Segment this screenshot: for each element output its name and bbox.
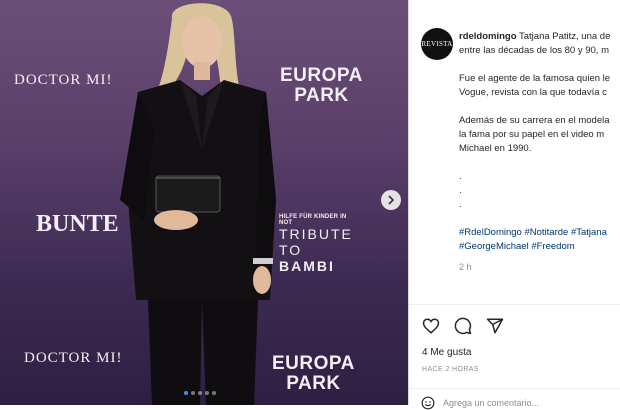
divider bbox=[409, 304, 620, 305]
comment-bar: Agrega un comentario... bbox=[421, 396, 620, 410]
carousel-dot bbox=[212, 391, 216, 395]
likes-count[interactable]: 4 Me gusta bbox=[422, 347, 471, 358]
hashtag-line[interactable]: #GeorgeMichael #Freedom bbox=[459, 240, 620, 254]
caption-dot: . bbox=[459, 199, 462, 210]
wall-logo-doctor-top: DOCTOR MI! bbox=[14, 72, 113, 88]
comment-icon bbox=[454, 317, 472, 335]
caption-dot: . bbox=[459, 185, 462, 196]
caption-line: Michael en 1990. bbox=[459, 143, 532, 154]
carousel-dot bbox=[198, 391, 202, 395]
comment-input[interactable]: Agrega un comentario... bbox=[443, 398, 539, 408]
share-button[interactable] bbox=[485, 316, 505, 336]
hashtag-line[interactable]: #RdelDomingo #Notitarde #Tatjana bbox=[459, 226, 620, 240]
post-time: HACE 2 HORAS bbox=[422, 366, 479, 373]
carousel-dot bbox=[184, 391, 188, 395]
wall-logo-doctor-bottom: DOCTOR MI! bbox=[24, 350, 123, 366]
bambi-tagline: HILFE FÜR KINDER IN NOT bbox=[279, 214, 347, 226]
avatar[interactable]: REVISTA bbox=[421, 28, 453, 60]
emoji-icon[interactable] bbox=[421, 396, 435, 410]
carousel-indicator bbox=[184, 391, 216, 395]
europa-line-1: EUROPA bbox=[280, 65, 363, 86]
heart-icon bbox=[422, 318, 440, 334]
post-image[interactable]: DOCTOR MI! EUROPA PARK BUNTE HILFE FÜR K… bbox=[0, 0, 408, 405]
europa-line-2: PARK bbox=[294, 85, 349, 106]
share-icon bbox=[486, 318, 504, 334]
post-sidebar: REVISTA rdeldomingo Tatjana Patitz, una … bbox=[408, 0, 620, 410]
like-button[interactable] bbox=[421, 316, 441, 336]
caption-line: entre las décadas de los 80 y 90, m bbox=[459, 45, 609, 56]
caption-dot: . bbox=[459, 171, 462, 182]
divider bbox=[409, 388, 620, 389]
post-caption: rdeldomingo Tatjana Patitz, una de entre… bbox=[459, 30, 620, 274]
comment-button[interactable] bbox=[453, 316, 473, 336]
caption-line: Fue el agente de la famosa quien le bbox=[459, 73, 611, 84]
caption-line: rdeldomingo Tatjana Patitz, una de bbox=[459, 30, 620, 44]
carousel-dot bbox=[191, 391, 195, 395]
wall-logo-europa-top: EUROPA PARK bbox=[280, 66, 363, 106]
caption-line: Además de su carrera en el modela bbox=[459, 115, 610, 126]
chevron-right-icon bbox=[388, 195, 395, 205]
bambi-line-2: BAMBI bbox=[279, 258, 335, 274]
next-image-button[interactable] bbox=[381, 190, 401, 210]
caption-timestamp: 2 h bbox=[459, 262, 472, 272]
wall-logo-bunte: BUNTE bbox=[36, 211, 119, 237]
carousel-dot bbox=[205, 391, 209, 395]
caption-line: la fama por su papel en el video m bbox=[459, 129, 605, 140]
post-actions bbox=[421, 316, 505, 336]
caption-line: Vogue, revista con la que todavía c bbox=[459, 87, 607, 98]
bambi-line-1: TRIBUTE TO bbox=[279, 226, 353, 258]
person-figure bbox=[120, 3, 276, 405]
instagram-post: DOCTOR MI! EUROPA PARK BUNTE HILFE FÜR K… bbox=[0, 0, 620, 410]
wall-logo-bambi: HILFE FÜR KINDER IN NOT TRIBUTE TO BAMBI bbox=[279, 214, 359, 274]
username-link[interactable]: rdeldomingo bbox=[459, 31, 517, 42]
caption-text: Tatjana Patitz, una de bbox=[519, 31, 611, 42]
